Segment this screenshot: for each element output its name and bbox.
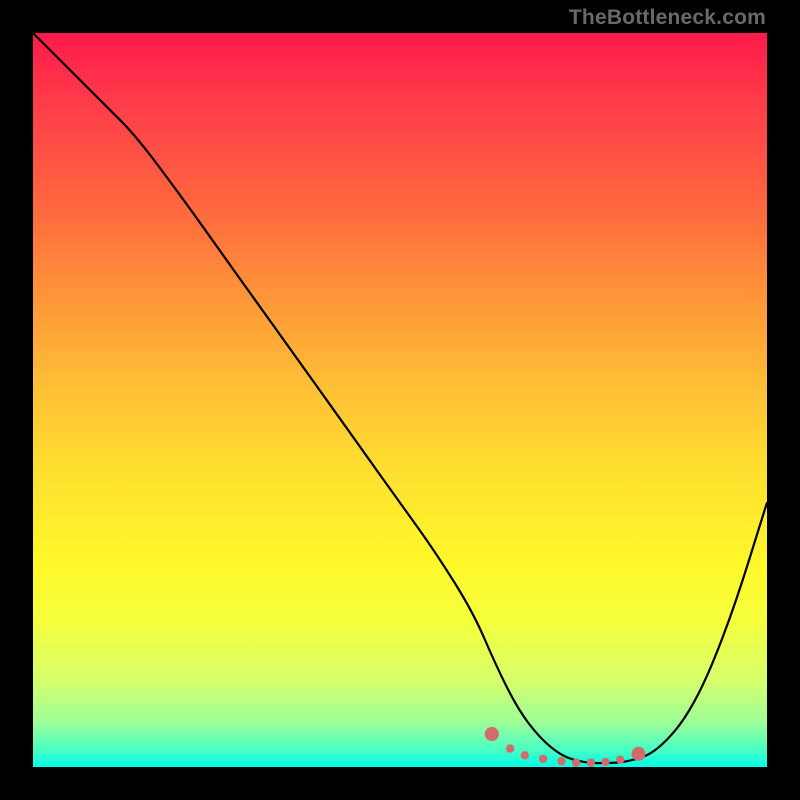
highlight-dot [587, 758, 595, 766]
highlight-dot [539, 755, 547, 763]
curve-svg [33, 33, 767, 767]
plot-area [33, 33, 767, 767]
highlight-points [485, 727, 646, 767]
highlight-dot [521, 751, 529, 759]
highlight-dot [632, 747, 646, 761]
chart-frame: TheBottleneck.com [0, 0, 800, 800]
highlight-dot [572, 758, 580, 766]
highlight-dot [601, 758, 609, 766]
watermark-text: TheBottleneck.com [569, 6, 766, 30]
highlight-dot [616, 756, 624, 764]
highlight-dot [557, 757, 565, 765]
highlight-dot [485, 727, 499, 741]
highlight-dot [506, 744, 514, 752]
bottleneck-curve [33, 33, 767, 763]
